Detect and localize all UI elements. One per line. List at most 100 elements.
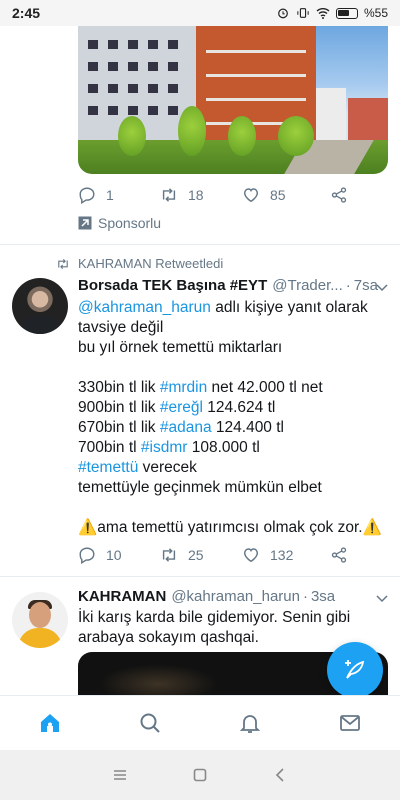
timeline-feed[interactable]: 1 18 85 Sponsorlu KAHRAMAN Retweetledi B… bbox=[0, 26, 400, 695]
reply-count: 1 bbox=[106, 187, 114, 203]
promoted-tweet-actions: 1 18 85 bbox=[78, 186, 348, 204]
text-line: 670bin tl lik #adana 124.400 tl bbox=[78, 418, 388, 438]
battery-level: %55 bbox=[363, 6, 388, 20]
back-icon[interactable] bbox=[272, 767, 288, 783]
system-navigation-bar bbox=[0, 750, 400, 800]
retweet-context-text: KAHRAMAN Retweetledi bbox=[78, 256, 224, 271]
text-line: temettüyle geçinmek mümkün elbet bbox=[78, 479, 322, 496]
like-count: 85 bbox=[270, 187, 286, 203]
tweet-divider bbox=[0, 244, 400, 245]
text-fragment: 108.000 tl bbox=[187, 439, 260, 456]
reply-icon bbox=[79, 187, 95, 204]
tree-graphic bbox=[118, 116, 146, 156]
text-fragment: net 42.000 tl net bbox=[207, 379, 323, 396]
retweet-icon bbox=[58, 258, 68, 269]
promoted-icon bbox=[78, 216, 92, 230]
tweet-header: Borsada TEK Başına #EYT @Trader... · 7sa bbox=[78, 277, 378, 294]
author-handle[interactable]: @Trader... bbox=[272, 277, 343, 294]
like-button[interactable]: 132 bbox=[242, 546, 330, 564]
tweet-time: 3sa bbox=[310, 588, 336, 605]
hashtag-link[interactable]: #mrdin bbox=[160, 379, 207, 396]
alarm-icon bbox=[278, 8, 288, 19]
sponsored-label: Sponsorlu bbox=[78, 215, 161, 231]
tweet-header: KAHRAMAN @kahraman_harun · 3sa bbox=[78, 588, 378, 605]
tab-messages[interactable] bbox=[330, 703, 370, 743]
text-line: ⚠️ama temettü yatırımcısı olmak çok zor.… bbox=[78, 519, 382, 536]
share-icon bbox=[331, 547, 347, 563]
heart-icon bbox=[243, 548, 259, 563]
status-time: 2:45 bbox=[12, 5, 41, 21]
tree-graphic bbox=[178, 106, 206, 156]
battery-icon bbox=[335, 7, 358, 19]
like-button[interactable]: 85 bbox=[242, 186, 330, 204]
reply-button[interactable]: 10 bbox=[78, 546, 160, 564]
text-fragment: verecek bbox=[138, 459, 197, 476]
retweet-count: 25 bbox=[188, 547, 204, 563]
tree-graphic bbox=[228, 116, 256, 156]
tweet-time: 7sa bbox=[353, 277, 378, 294]
share-button[interactable] bbox=[330, 546, 348, 564]
tweet-text: İki karış karda bile gidemiyor. Senin gi… bbox=[78, 608, 388, 648]
search-icon bbox=[140, 713, 160, 733]
avatar[interactable] bbox=[12, 592, 68, 648]
separator-dot: · bbox=[345, 277, 351, 294]
text-line: tavsiye değil bbox=[78, 319, 164, 336]
text-line: 700bin tl #isdmr 108.000 tl bbox=[78, 438, 388, 458]
author-name[interactable]: KAHRAMAN bbox=[78, 588, 166, 605]
mention-link[interactable]: @kahraman_harun bbox=[78, 299, 211, 316]
retweet-button[interactable]: 25 bbox=[160, 546, 242, 564]
avatar[interactable] bbox=[12, 278, 68, 334]
text-line: 330bin tl lik #mrdin net 42.000 tl net bbox=[78, 378, 388, 398]
reply-context-text: adlı kişiye yanıt olarak bbox=[210, 299, 368, 316]
retweet-icon bbox=[162, 188, 176, 202]
retweet-context[interactable]: KAHRAMAN Retweetledi bbox=[56, 256, 223, 271]
compose-feather-icon bbox=[345, 660, 365, 679]
hashtag-link[interactable]: #adana bbox=[160, 419, 212, 436]
text-fragment: 900bin tl lik bbox=[78, 399, 160, 416]
like-count: 132 bbox=[270, 547, 294, 563]
status-bar: 2:45 %55 bbox=[0, 0, 400, 26]
tab-notifications[interactable] bbox=[230, 703, 270, 743]
wifi-icon bbox=[316, 8, 330, 19]
author-name[interactable]: Borsada TEK Başına #EYT bbox=[78, 277, 267, 294]
tweet-text: @kahraman_harun adlı kişiye yanıt olarak… bbox=[78, 298, 388, 538]
tree-graphic bbox=[278, 116, 314, 156]
text-fragment: 124.624 tl bbox=[202, 399, 276, 416]
menu-icon[interactable] bbox=[112, 767, 128, 783]
bell-icon bbox=[239, 715, 261, 733]
tab-search[interactable] bbox=[130, 703, 170, 743]
tab-home[interactable] bbox=[30, 703, 70, 743]
text-line: #temettü verecek bbox=[78, 458, 388, 478]
author-handle[interactable]: @kahraman_harun bbox=[171, 588, 300, 605]
reply-button[interactable]: 1 bbox=[78, 186, 160, 204]
chevron-down-icon[interactable] bbox=[376, 595, 388, 603]
text-line: İki karış karda bile gidemiyor. Senin gi… bbox=[78, 609, 351, 626]
bottom-navigation bbox=[0, 695, 400, 750]
hashtag-link[interactable]: #ereğl bbox=[160, 399, 203, 416]
chevron-down-icon[interactable] bbox=[376, 284, 388, 292]
text-line: 900bin tl lik #ereğl 124.624 tl bbox=[78, 398, 388, 418]
separator-dot: · bbox=[302, 588, 308, 605]
mail-icon bbox=[340, 715, 360, 731]
retweet-icon bbox=[162, 548, 176, 562]
status-icons: %55 bbox=[276, 6, 388, 20]
heart-icon bbox=[243, 188, 259, 203]
reply-icon bbox=[79, 547, 95, 564]
home-icon bbox=[41, 714, 59, 732]
building-graphic bbox=[316, 88, 346, 148]
tweet-actions: 10 25 132 bbox=[78, 546, 348, 564]
tweet-divider bbox=[0, 576, 400, 577]
text-fragment: 330bin tl lik bbox=[78, 379, 160, 396]
retweet-count: 18 bbox=[188, 187, 204, 203]
text-fragment: 670bin tl lik bbox=[78, 419, 160, 436]
home-square-icon[interactable] bbox=[192, 767, 208, 783]
share-button[interactable] bbox=[330, 186, 348, 204]
hashtag-link[interactable]: #isdmr bbox=[141, 439, 188, 456]
retweet-button[interactable]: 18 bbox=[160, 186, 242, 204]
text-line: bu yıl örnek temettü miktarları bbox=[78, 339, 283, 356]
hashtag-link[interactable]: #temettü bbox=[78, 459, 138, 476]
promoted-tweet-image[interactable] bbox=[78, 26, 388, 174]
text-fragment: 124.400 tl bbox=[211, 419, 284, 436]
compose-tweet-button[interactable] bbox=[327, 642, 383, 695]
